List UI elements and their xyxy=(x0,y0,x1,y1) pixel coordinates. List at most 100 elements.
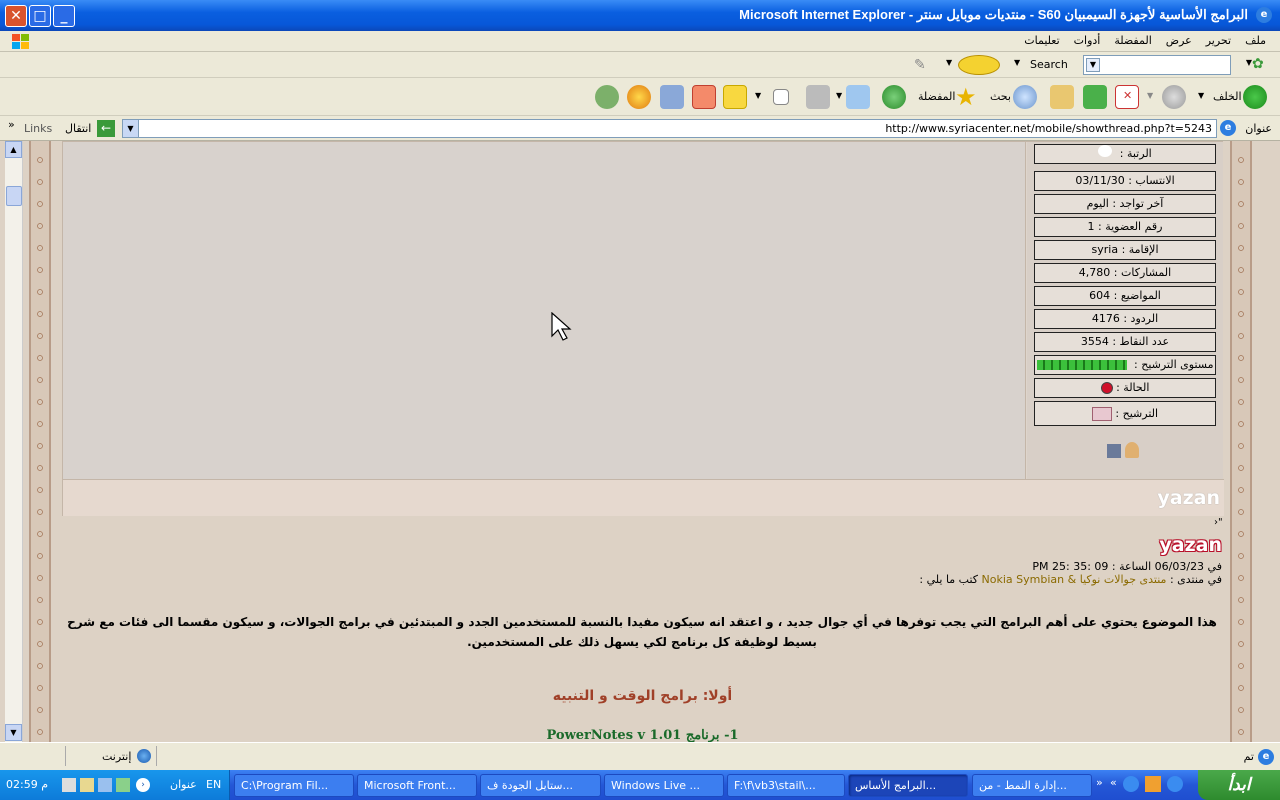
status-text: تم xyxy=(1243,750,1254,763)
taskbar-item[interactable]: إدارة النمط - من... xyxy=(972,774,1092,797)
author-name[interactable]: yazan xyxy=(1157,487,1220,509)
close-window-button[interactable]: ✕ xyxy=(5,5,27,27)
menu-view[interactable]: عرض xyxy=(1166,34,1192,47)
taskbar-chevron-icon[interactable]: » xyxy=(1096,776,1103,789)
close-icon: ✕ xyxy=(10,8,22,24)
menu-help[interactable]: تعليمات xyxy=(1024,34,1059,47)
search-icon[interactable] xyxy=(1013,85,1037,109)
page-ie-icon: e xyxy=(1220,120,1236,136)
search-dropdown-icon[interactable]: ▼ xyxy=(1086,58,1100,72)
starburst-icon[interactable] xyxy=(692,85,716,109)
back-label[interactable]: الخلف xyxy=(1213,90,1242,103)
post-footer: yazan xyxy=(63,479,1224,516)
taskbar-item[interactable]: Windows Live ... xyxy=(604,774,724,797)
profile-row-posts: المشاركات : 4,780 xyxy=(1034,263,1216,283)
history-icon[interactable] xyxy=(882,85,906,109)
search-button[interactable]: Search xyxy=(1030,58,1068,71)
profile-row-location: الإقامة : syria xyxy=(1034,240,1216,260)
search-toolbar-label[interactable]: بحث xyxy=(990,90,1011,103)
taskbar-item[interactable]: C:\Program Fil... xyxy=(234,774,354,797)
status-online-icon xyxy=(1100,382,1113,394)
search-input[interactable]: ▼ xyxy=(1083,55,1231,75)
tray-icon[interactable] xyxy=(80,778,94,792)
mail-icon[interactable] xyxy=(846,85,870,109)
post-body-text: هذا الموضوع يحتوي على أهم البرامج التي ي… xyxy=(67,615,1217,649)
go-arrow-icon[interactable]: ← xyxy=(97,120,115,137)
address-dropdown-icon[interactable]: ▼ xyxy=(123,120,139,137)
profile-row-status: الحالة : xyxy=(1034,378,1216,398)
toolbar-leaf-icon[interactable]: ✿ xyxy=(1252,56,1270,74)
user-profile-icon[interactable] xyxy=(1125,442,1139,458)
home-icon[interactable] xyxy=(1050,85,1074,109)
links-label[interactable]: Links xyxy=(24,122,52,135)
scroll-thumb[interactable] xyxy=(6,186,22,206)
ie-icon: e xyxy=(1256,7,1272,23)
forward-icon[interactable] xyxy=(1162,85,1186,109)
quick-launch-ie-icon[interactable] xyxy=(1122,776,1139,792)
pencil-icon[interactable]: ✎ xyxy=(914,57,926,73)
chevron-down-icon[interactable]: ▼ xyxy=(755,91,761,100)
messenger-smiley-icon[interactable] xyxy=(627,85,651,109)
profile-row-nomination-level: مستوى الترشيح : xyxy=(1034,355,1216,375)
tray-icon[interactable] xyxy=(116,778,130,792)
nomination-badge-icon xyxy=(1091,407,1112,421)
vertical-scrollbar[interactable]: ▲ ▼ xyxy=(5,141,23,742)
refresh-icon[interactable] xyxy=(1083,85,1107,109)
menu-favorites[interactable]: المفضلة xyxy=(1114,34,1151,47)
taskbar-item[interactable]: F:\f\vb3\stail\... xyxy=(727,774,845,797)
minimize-button[interactable]: _ xyxy=(53,5,75,27)
chevron-down-icon[interactable]: ▼ xyxy=(1198,91,1204,100)
scroll-up-icon[interactable]: ▲ xyxy=(5,141,22,158)
chevron-double-icon[interactable]: » xyxy=(8,118,15,131)
quick-launch-chevron-icon[interactable]: « xyxy=(1110,776,1117,794)
taskbar-item[interactable]: ستايل الجودة ف... xyxy=(480,774,601,797)
messenger-buddies-icon[interactable] xyxy=(595,85,619,109)
address-go-icon[interactable]: › xyxy=(136,778,150,792)
back-icon[interactable] xyxy=(1243,85,1267,109)
print-icon[interactable] xyxy=(806,85,830,109)
taskbar-item[interactable]: Microsoft Front... xyxy=(357,774,477,797)
standard-toolbar: الخلف ▼ ▼ ✕ بحث ★ المفضلة ▼ ▼ xyxy=(0,78,1280,116)
taskbar-item-active[interactable]: البرامج الأساس... xyxy=(848,774,968,797)
language-indicator[interactable]: EN xyxy=(206,778,221,791)
menu-edit[interactable]: تحرير xyxy=(1206,34,1231,47)
clock[interactable]: 02:59 م xyxy=(6,778,48,791)
title-bar[interactable]: ✕ □ _ البرامج الأساسية لأجهزة السيمبيان … xyxy=(0,0,1280,31)
taskbar-address-label: عنوان xyxy=(170,778,197,791)
author-name-header[interactable]: yazan xyxy=(1159,534,1222,556)
research-icon[interactable] xyxy=(660,85,684,109)
quick-launch-media-icon[interactable] xyxy=(1144,776,1161,792)
forum-link[interactable]: منتدى جوالات نوكيا & Nokia Symbian xyxy=(982,573,1167,586)
chevron-down-icon[interactable]: ▼ xyxy=(1246,58,1252,67)
window-title: البرامج الأساسية لأجهزة السيمبيان S60 - … xyxy=(739,7,1248,22)
chevron-down-icon[interactable]: ▼ xyxy=(1147,91,1153,100)
edit-icon[interactable] xyxy=(773,89,789,105)
menu-bar: ملف تحرير عرض المفضلة أدوات تعليمات xyxy=(0,31,1280,52)
computer-icon[interactable] xyxy=(1107,444,1121,458)
chevron-down-icon[interactable]: ▼ xyxy=(946,58,952,67)
tray-icon[interactable] xyxy=(98,778,112,792)
quick-launch-ie2-icon[interactable] xyxy=(1166,776,1183,792)
tray-icon[interactable] xyxy=(62,778,76,792)
menu-tools[interactable]: أدوات xyxy=(1074,34,1101,47)
menu-file[interactable]: ملف xyxy=(1245,34,1266,47)
favorites-star-icon[interactable]: ★ xyxy=(955,85,979,109)
chevron-down-icon[interactable]: ▼ xyxy=(836,91,842,100)
note-icon[interactable] xyxy=(723,85,747,109)
favorites-label[interactable]: المفضلة xyxy=(918,90,955,103)
maximize-button[interactable]: □ xyxy=(29,5,51,27)
taskbar: ابدأ « » إدارة النمط - من... البرامج الأ… xyxy=(0,770,1280,800)
status-ie-icon: e xyxy=(1258,749,1274,765)
chevron-down-icon[interactable]: ▼ xyxy=(1014,58,1020,67)
system-tray: 02:59 م › عنوان EN xyxy=(0,770,230,800)
address-label: عنوان xyxy=(1245,122,1272,135)
stop-icon[interactable]: ✕ xyxy=(1115,85,1139,109)
post-body-area xyxy=(63,142,1026,479)
profile-row-member-id: رقم العضوية : 1 xyxy=(1034,217,1216,237)
start-button[interactable]: ابدأ xyxy=(1198,770,1280,800)
address-input[interactable]: http://www.syriacenter.net/mobile/showth… xyxy=(122,119,1217,138)
program-item-title: 1- برنامج PowerNotes v 1.01 xyxy=(546,728,739,743)
go-button[interactable]: انتقال xyxy=(65,122,91,135)
right-decorative-border xyxy=(1230,141,1252,742)
smiley-icon[interactable] xyxy=(958,55,1000,75)
